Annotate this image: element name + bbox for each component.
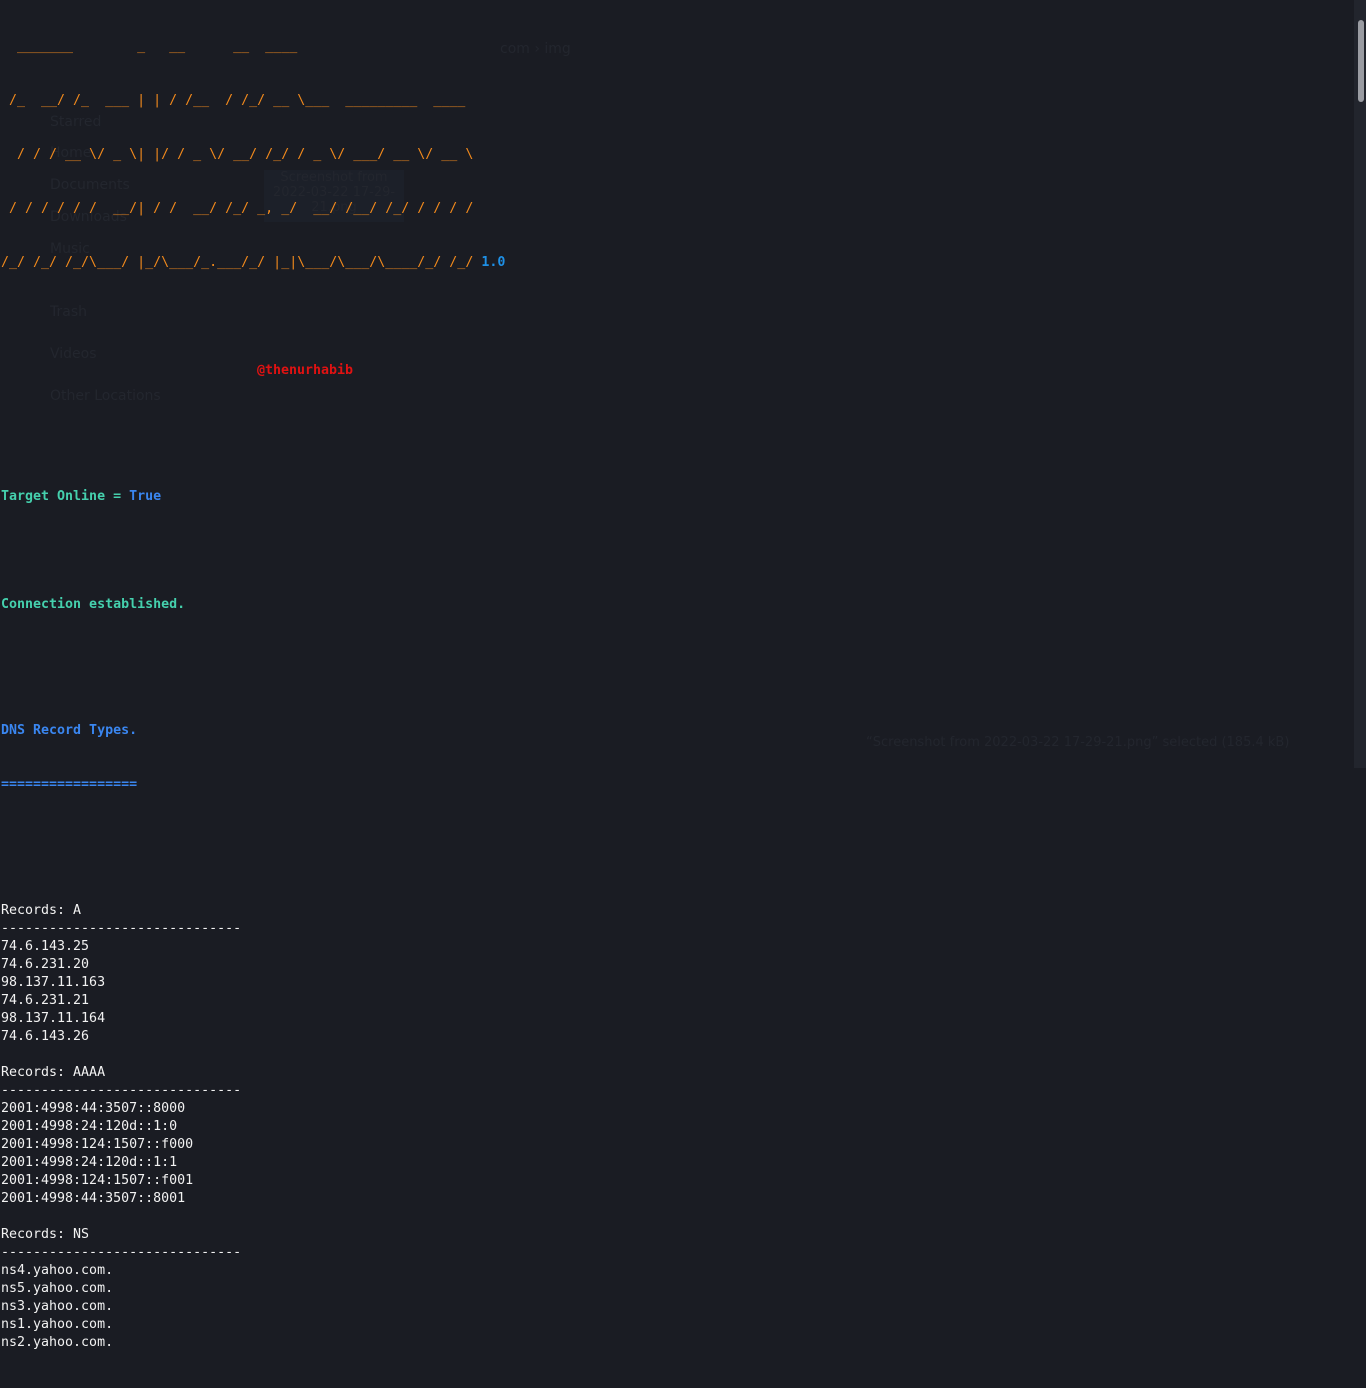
record-value: 2001:4998:24:120d::1:0: [1, 1119, 178, 1134]
record-value: 2001:4998:124:1507::f001: [1, 1173, 194, 1188]
record-value: 98.137.11.163: [1, 975, 106, 990]
scrollbar-thumb[interactable]: [1358, 20, 1364, 102]
target-online-value: True: [129, 489, 162, 504]
record-value: ns5.yahoo.com.: [1, 1281, 114, 1296]
target-online-label: Target Online =: [1, 489, 130, 504]
record-value: 2001:4998:124:1507::f000: [1, 1137, 194, 1152]
banner-art-line: / / / / / / __/| / / __/ /_/ _, _/ __/ /…: [1, 201, 474, 216]
record-value: 74.6.143.25: [1, 939, 90, 954]
ghost-status-bar: “Screenshot from 2022-03-22 17-29-21.png…: [866, 735, 1290, 750]
records-section-label: Records: NS: [1, 1227, 90, 1242]
record-value: ns3.yahoo.com.: [1, 1299, 114, 1314]
records-section-label: Records: AAAA: [1, 1065, 106, 1080]
banner-art-line: _______ _ __ __ ____: [1, 39, 298, 54]
banner-art-line: / / / __ \/ _ \| |/ / _ \/ __/ /_/ / _ \…: [1, 147, 474, 162]
author-handle: @thenurhabib: [257, 363, 354, 378]
dns-heading: DNS Record Types.: [1, 723, 138, 738]
records-list: Records: A ------------------------------…: [1, 902, 505, 1370]
connection-status: Connection established.: [1, 597, 186, 612]
dns-heading-underline: =================: [1, 777, 138, 792]
record-value: 2001:4998:44:3507::8000: [1, 1101, 186, 1116]
terminal-output: _______ _ __ __ ____ /_ __/ /_ ___ | | /…: [1, 2, 505, 1388]
banner-art-line: /_ __/ /_ ___ | | / /__ / /_/ __ \___ __…: [1, 93, 466, 108]
version-label: 1.0: [481, 255, 506, 270]
record-value: ns1.yahoo.com.: [1, 1317, 114, 1332]
banner-art-line: /_/ /_/ /_/\___/ |_/\___/_.___/_/ |_|\__…: [1, 255, 474, 270]
record-value: 74.6.231.21: [1, 993, 90, 1008]
scrollbar[interactable]: [1354, 0, 1366, 768]
records-section-label: Records: A: [1, 903, 82, 918]
record-value: ns2.yahoo.com.: [1, 1335, 114, 1350]
record-value: 74.6.143.26: [1, 1029, 90, 1044]
record-value: 98.137.11.164: [1, 1011, 106, 1026]
ghost-path: com › img: [500, 41, 571, 57]
record-value: 2001:4998:24:120d::1:1: [1, 1155, 178, 1170]
record-value: 2001:4998:44:3507::8001: [1, 1191, 186, 1206]
record-value: 74.6.231.20: [1, 957, 90, 972]
record-value: ns4.yahoo.com.: [1, 1263, 114, 1278]
records-divider: ------------------------------: [1, 1083, 242, 1098]
records-divider: ------------------------------: [1, 921, 242, 936]
records-divider: ------------------------------: [1, 1245, 242, 1260]
